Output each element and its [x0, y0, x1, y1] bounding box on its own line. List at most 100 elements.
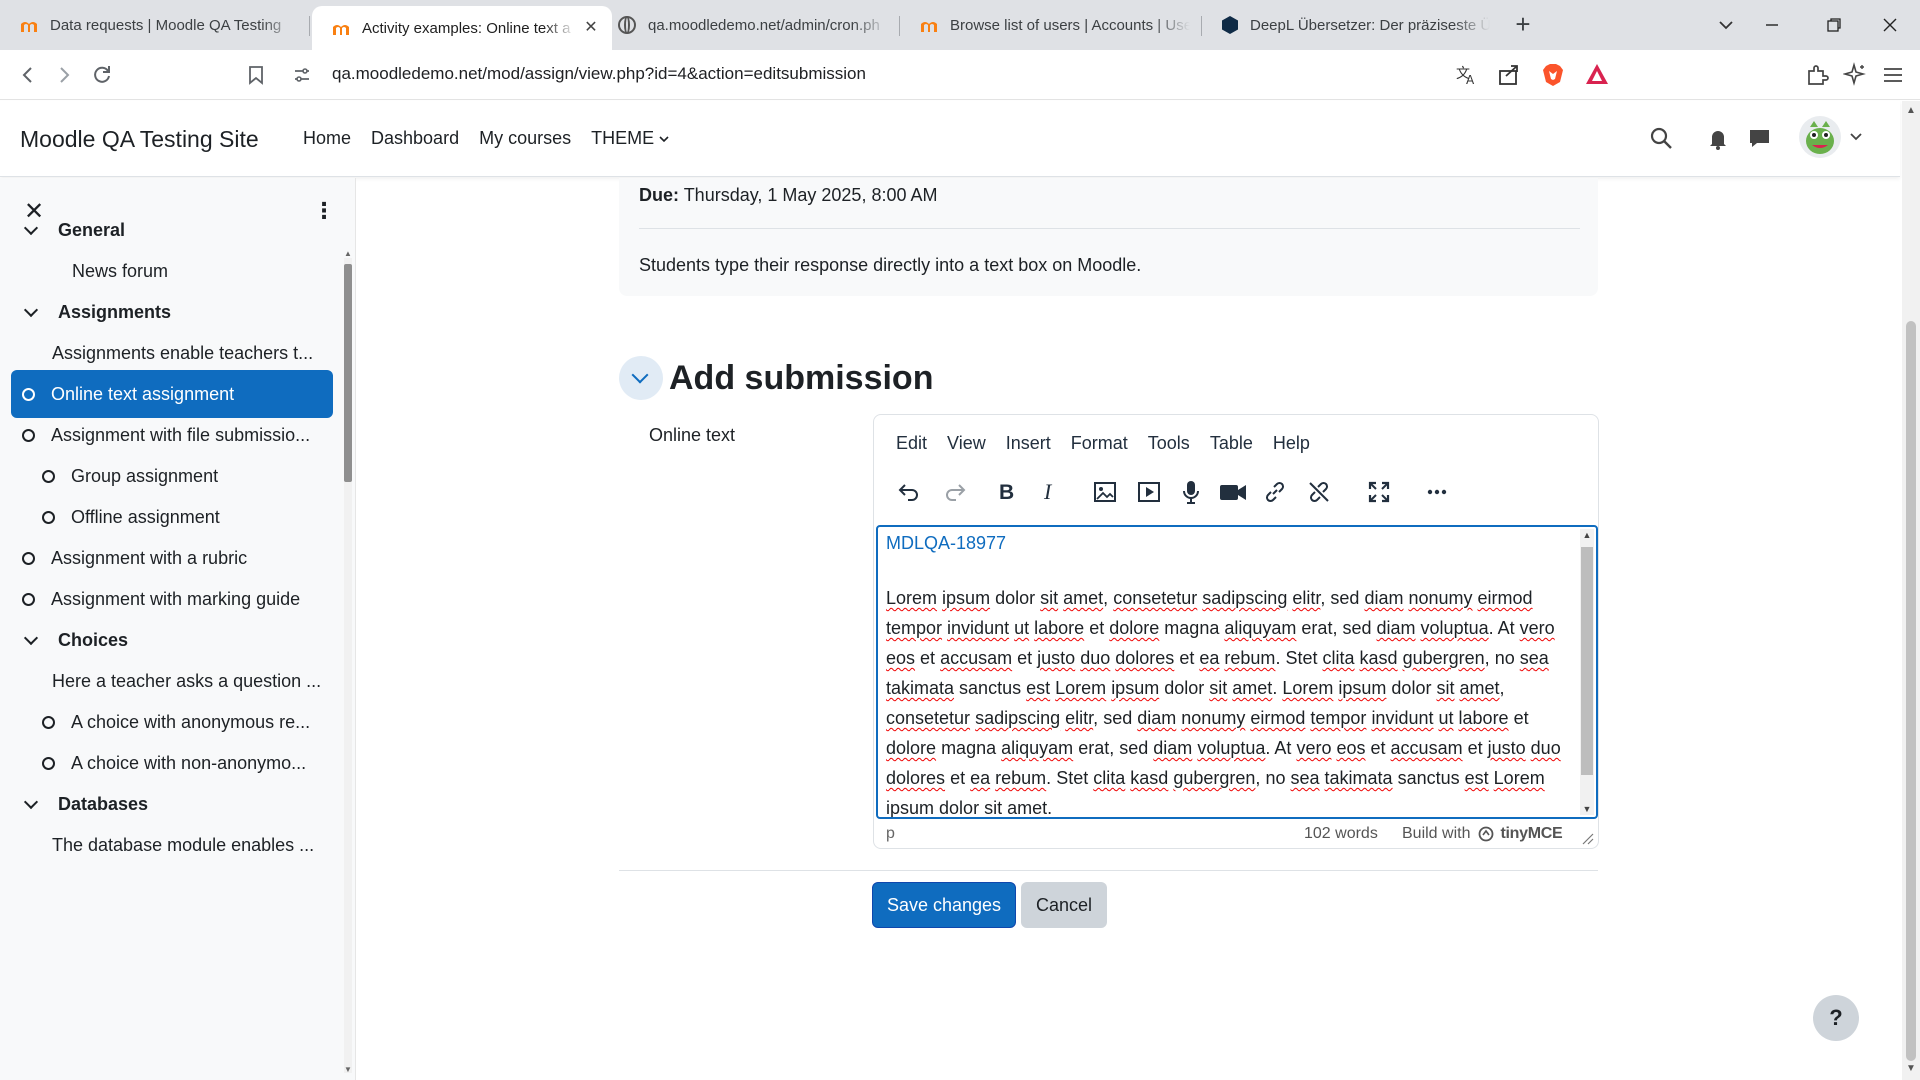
misspelled-word[interactable]: ipsum: [1338, 678, 1386, 698]
misspelled-word[interactable]: kasd: [1130, 768, 1168, 788]
misspelled-word[interactable]: ea: [1199, 648, 1219, 668]
link-icon[interactable]: [1258, 475, 1292, 509]
scroll-up-arrow-icon[interactable]: ▲: [1580, 529, 1594, 541]
misspelled-word[interactable]: Lorem: [886, 588, 937, 608]
misspelled-word[interactable]: sit: [1436, 678, 1454, 698]
misspelled-word[interactable]: sit: [1209, 678, 1227, 698]
misspelled-word[interactable]: takimata: [1325, 768, 1393, 788]
leo-ai-icon[interactable]: [1842, 62, 1869, 88]
back-icon[interactable]: [14, 61, 42, 89]
misspelled-word[interactable]: sea: [1290, 768, 1319, 788]
share-icon[interactable]: [1496, 62, 1522, 88]
misspelled-word[interactable]: sit: [984, 798, 1002, 817]
misspelled-word[interactable]: ut: [1014, 618, 1029, 638]
misspelled-word[interactable]: ipsum: [942, 588, 990, 608]
misspelled-word[interactable]: sadipscing: [1202, 588, 1287, 608]
chevron-down-icon[interactable]: [24, 305, 38, 319]
menu-edit[interactable]: Edit: [886, 433, 937, 454]
misspelled-word[interactable]: dolores: [1115, 648, 1174, 668]
misspelled-word[interactable]: eirmod: [1250, 708, 1305, 728]
redo-icon[interactable]: [938, 475, 972, 509]
menu-view[interactable]: View: [937, 433, 996, 454]
misspelled-word[interactable]: tempor: [1310, 708, 1366, 728]
search-icon[interactable]: [1648, 125, 1676, 153]
misspelled-word[interactable]: labore: [1459, 708, 1509, 728]
collapse-section-icon[interactable]: [619, 356, 663, 400]
chevron-down-icon[interactable]: [24, 633, 38, 647]
misspelled-word[interactable]: dolores: [886, 768, 945, 788]
word-count[interactable]: 102 words: [1304, 825, 1378, 843]
misspelled-word[interactable]: Lorem: [1494, 768, 1545, 788]
misspelled-word[interactable]: ipsum: [886, 798, 934, 817]
misspelled-word[interactable]: amet: [1459, 678, 1499, 698]
page-scrollbar[interactable]: ▲ ▼: [1902, 101, 1920, 1080]
misspelled-word[interactable]: invidunt: [1371, 708, 1433, 728]
misspelled-word[interactable]: invidunt: [947, 618, 1009, 638]
editor-scrollbar[interactable]: ▲ ▼: [1580, 529, 1594, 815]
user-menu-chevron-icon[interactable]: [1848, 128, 1868, 148]
translate-icon[interactable]: 文A: [1454, 62, 1480, 88]
misspelled-word[interactable]: accusam: [940, 648, 1012, 668]
misspelled-word[interactable]: vero: [1296, 738, 1331, 758]
page-scroll-thumb[interactable]: [1906, 321, 1916, 1061]
bold-icon[interactable]: B: [988, 475, 1022, 509]
menu-icon[interactable]: [1880, 62, 1906, 88]
browser-tab-1[interactable]: Data requests | Moodle QA Testing: [0, 6, 310, 44]
browser-tab-2-active[interactable]: Activity examples: Online text a ✕: [312, 6, 612, 50]
browser-tab-3[interactable]: qa.moodledemo.net/admin/cron.ph: [598, 6, 900, 44]
misspelled-word[interactable]: est: [1026, 678, 1050, 698]
misspelled-word[interactable]: gubergren: [1173, 768, 1255, 788]
misspelled-word[interactable]: elitr: [1292, 588, 1320, 608]
scroll-up-arrow-icon[interactable]: ▲: [344, 250, 352, 258]
misspelled-word[interactable]: consetetur: [886, 708, 970, 728]
help-button[interactable]: ?: [1813, 995, 1859, 1041]
menu-table[interactable]: Table: [1200, 433, 1263, 454]
misspelled-word[interactable]: rebum: [1224, 648, 1275, 668]
tab-search-icon[interactable]: [1706, 8, 1746, 42]
misspelled-word[interactable]: nonumy: [1408, 588, 1472, 608]
chevron-down-icon[interactable]: [24, 797, 38, 811]
misspelled-word[interactable]: kasd: [1360, 648, 1398, 668]
video-camera-icon[interactable]: [1216, 475, 1250, 509]
restore-icon[interactable]: [1814, 8, 1854, 42]
address-bar-url[interactable]: qa.moodledemo.net/mod/assign/view.php?id…: [332, 64, 866, 84]
misspelled-word[interactable]: duo: [1080, 648, 1110, 668]
misspelled-word[interactable]: ut: [1439, 708, 1454, 728]
browser-tab-4[interactable]: Browse list of users | Accounts | Use: [900, 6, 1202, 44]
undo-icon[interactable]: [892, 475, 926, 509]
reload-icon[interactable]: [88, 61, 116, 89]
image-icon[interactable]: [1088, 475, 1122, 509]
nav-dashboard[interactable]: Dashboard: [371, 128, 459, 149]
notifications-bell-icon[interactable]: [1704, 125, 1732, 153]
misspelled-word[interactable]: dolore: [886, 738, 936, 758]
cancel-button[interactable]: Cancel: [1021, 882, 1107, 928]
misspelled-word[interactable]: Lorem: [1055, 678, 1106, 698]
nav-my-courses[interactable]: My courses: [479, 128, 571, 149]
extensions-icon[interactable]: [1804, 62, 1830, 88]
misspelled-word[interactable]: gubergren: [1403, 648, 1485, 668]
brave-rewards-icon[interactable]: [1584, 62, 1610, 88]
resize-handle-icon[interactable]: [1582, 833, 1594, 845]
scroll-up-arrow-icon[interactable]: ▲: [1902, 105, 1920, 116]
misspelled-word[interactable]: justo: [1488, 738, 1526, 758]
close-window-icon[interactable]: [1870, 8, 1910, 42]
media-icon[interactable]: [1132, 475, 1166, 509]
editor-scroll-thumb[interactable]: [1581, 547, 1593, 775]
misspelled-word[interactable]: est: [1465, 768, 1489, 788]
menu-format[interactable]: Format: [1061, 433, 1138, 454]
misspelled-word[interactable]: Lorem: [1282, 678, 1333, 698]
menu-help[interactable]: Help: [1263, 433, 1320, 454]
issue-link[interactable]: MDLQA-18977: [886, 533, 1006, 554]
misspelled-word[interactable]: eirmod: [1478, 588, 1533, 608]
forward-icon[interactable]: [50, 61, 78, 89]
tinymce-brand[interactable]: Build with tinyMCE: [1402, 825, 1563, 843]
fullscreen-icon[interactable]: [1362, 475, 1396, 509]
misspelled-word[interactable]: sit: [1040, 588, 1058, 608]
misspelled-word[interactable]: clita: [1323, 648, 1355, 668]
misspelled-word[interactable]: aliquyam: [1224, 618, 1296, 638]
misspelled-word[interactable]: voluptua: [1421, 618, 1489, 638]
user-avatar[interactable]: [1798, 115, 1842, 159]
drawer-scroll-thumb[interactable]: [344, 264, 352, 482]
misspelled-word[interactable]: nonumy: [1181, 708, 1245, 728]
new-tab-button[interactable]: +: [1508, 10, 1538, 40]
